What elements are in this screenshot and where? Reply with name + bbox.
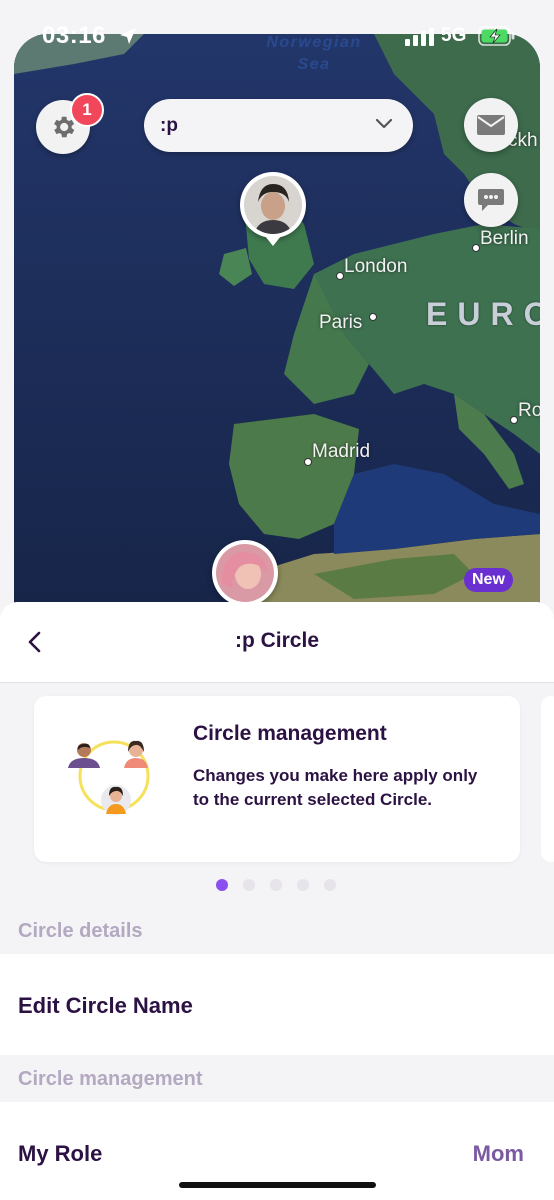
chat-button[interactable] bbox=[464, 173, 518, 227]
pagination-dot-active[interactable] bbox=[216, 879, 228, 891]
location-arrow-icon bbox=[120, 28, 136, 44]
battery-charging-icon bbox=[478, 26, 515, 46]
region-label-europe: EURO bbox=[426, 296, 540, 332]
city-dot bbox=[472, 244, 480, 252]
section-header-circle-details: Circle details bbox=[18, 920, 143, 942]
network-type: 5G bbox=[441, 25, 467, 46]
member-avatar-pin[interactable] bbox=[240, 172, 306, 238]
circle-selector-dropdown[interactable]: :p bbox=[144, 99, 413, 152]
member-avatar-pin[interactable] bbox=[212, 540, 278, 606]
app-screen: Norwegian Sea London Paris Madrid Berlin… bbox=[0, 0, 554, 1200]
circle-members-illustration-icon bbox=[68, 740, 150, 815]
home-indicator bbox=[179, 1182, 376, 1188]
next-card-peek[interactable] bbox=[541, 696, 554, 862]
pagination-dot[interactable] bbox=[297, 879, 309, 891]
edit-circle-name-row[interactable]: Edit Circle Name bbox=[0, 954, 554, 1055]
info-card[interactable]: Circle management Changes you make here … bbox=[34, 696, 520, 862]
messages-button[interactable] bbox=[464, 98, 518, 152]
pagination-dot[interactable] bbox=[270, 879, 282, 891]
avatar bbox=[216, 544, 274, 602]
pagination-dot[interactable] bbox=[243, 879, 255, 891]
notification-badge: 1 bbox=[70, 93, 104, 127]
signal-strength-icon bbox=[405, 28, 434, 46]
row-label: My Role bbox=[18, 1141, 103, 1166]
row-value: Mom bbox=[472, 1141, 524, 1166]
avatar bbox=[244, 176, 302, 234]
circle-settings-sheet: :p Circle Circle management Changes you … bbox=[0, 602, 554, 1200]
city-label-paris: Paris bbox=[319, 312, 363, 333]
status-time: 03:16 bbox=[42, 22, 106, 49]
circle-selector-value: :p bbox=[160, 115, 178, 136]
city-label-madrid: Madrid bbox=[312, 441, 371, 462]
pin-pointer bbox=[265, 236, 281, 246]
section-header-circle-management: Circle management bbox=[18, 1068, 203, 1090]
avatar-photo bbox=[216, 544, 274, 602]
pagination-dot[interactable] bbox=[324, 879, 336, 891]
city-label-berlin: Berlin bbox=[480, 228, 529, 249]
new-badge: New bbox=[464, 568, 513, 592]
sheet-title: :p Circle bbox=[234, 629, 320, 652]
chevron-down-icon bbox=[375, 118, 393, 129]
city-dot bbox=[304, 458, 312, 466]
city-dot bbox=[336, 272, 344, 280]
row-label: Edit Circle Name bbox=[18, 993, 193, 1018]
chat-bubble-icon bbox=[478, 189, 504, 211]
city-label-london: London bbox=[344, 256, 408, 277]
avatar-photo bbox=[244, 176, 302, 234]
city-dot bbox=[510, 416, 518, 424]
card-body: Changes you make here apply only to the … bbox=[193, 766, 478, 809]
city-label-rome: Ro bbox=[518, 400, 540, 421]
mail-icon bbox=[477, 115, 505, 135]
city-dot bbox=[369, 313, 377, 321]
status-bar: 03:16 5G bbox=[0, 0, 554, 70]
card-title: Circle management bbox=[193, 722, 387, 745]
sheet-header: :p Circle bbox=[0, 602, 554, 683]
